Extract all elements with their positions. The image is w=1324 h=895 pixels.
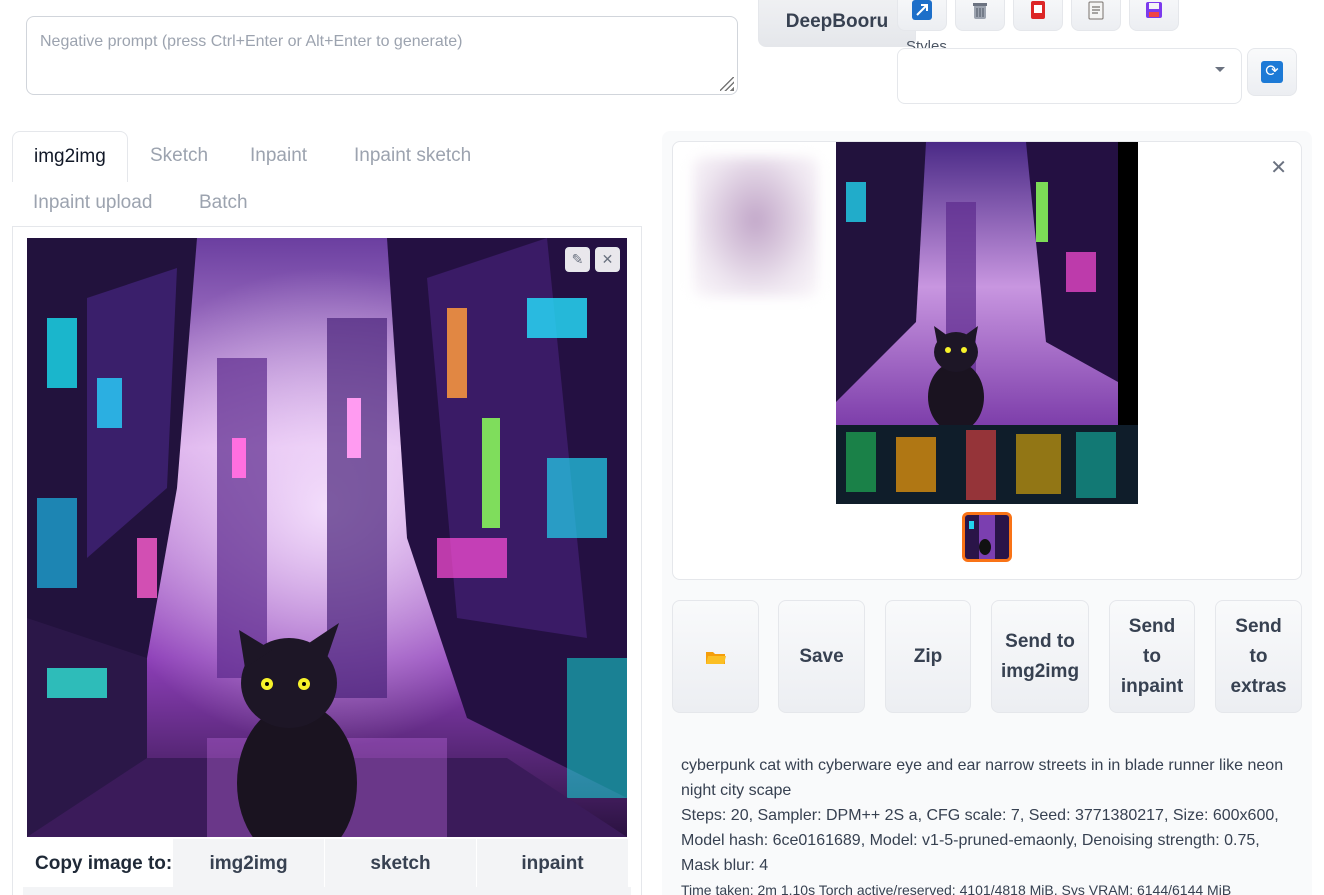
generation-info: cyberpunk cat with cyberware eye and ear… — [681, 753, 1291, 895]
refresh-styles-button[interactable]: ⟳ — [1247, 48, 1297, 96]
gallery-thumbnail[interactable] — [962, 512, 1012, 562]
output-cat-image — [836, 142, 1138, 504]
folder-icon — [705, 651, 726, 664]
send-to-inpaint-button[interactable]: Send to inpaint — [1109, 600, 1195, 713]
chevron-down-icon — [1215, 67, 1225, 72]
card-icon — [1031, 1, 1045, 19]
output-image[interactable] — [836, 142, 1138, 504]
save-style-button[interactable] — [1129, 0, 1179, 31]
input-image[interactable]: ✎ ✕ — [27, 238, 627, 837]
cyberpunk-cat-image — [27, 238, 627, 837]
tab-inpaint-sketch[interactable]: Inpaint sketch — [333, 131, 492, 181]
apply-style-button[interactable] — [1071, 0, 1121, 31]
tab-img2img[interactable]: img2img — [12, 131, 128, 182]
arrow-icon — [912, 0, 932, 20]
send-to-img2img-button[interactable]: Send to img2img — [991, 600, 1089, 713]
floppy-disk-icon — [1146, 2, 1162, 18]
tab-batch[interactable]: Batch — [178, 178, 269, 228]
output-panel: ✕ Save Zip Send to img2img Send to inpai… — [662, 131, 1312, 895]
zip-button[interactable]: Zip — [885, 600, 971, 713]
copy-image-label: Copy image to: — [35, 853, 173, 874]
img2img-input-panel: ✎ ✕ Copy image to: img2img sketch inpain… — [12, 226, 642, 895]
open-folder-button[interactable] — [672, 600, 759, 713]
thumbnail-image — [965, 515, 1009, 559]
blurred-preview — [693, 157, 818, 297]
tab-inpaint-upload[interactable]: Inpaint upload — [12, 178, 173, 228]
deepbooru-label: DeepBooru — [785, 11, 889, 32]
copy-to-inpaint-button[interactable]: inpaint — [477, 839, 629, 889]
resize-handle-icon[interactable] — [720, 77, 734, 91]
save-button[interactable]: Save — [778, 600, 865, 713]
generation-time: Time taken: 2m 1.10s Torch active/reserv… — [681, 882, 1232, 895]
tab-inpaint[interactable]: Inpaint — [229, 131, 328, 181]
styles-dropdown[interactable] — [897, 48, 1242, 104]
trash-icon — [973, 3, 987, 19]
generation-prompt: cyberpunk cat with cyberware eye and ear… — [681, 757, 1284, 799]
divider — [23, 887, 631, 895]
negative-prompt-placeholder: Negative prompt (press Ctrl+Enter or Alt… — [40, 33, 463, 50]
paste-params-button[interactable] — [897, 0, 947, 31]
copy-to-img2img-button[interactable]: img2img — [173, 839, 325, 889]
close-icon[interactable]: ✕ — [1270, 155, 1287, 180]
tab-sketch[interactable]: Sketch — [129, 131, 229, 181]
clear-prompt-button[interactable] — [955, 0, 1005, 31]
clipboard-icon — [1088, 1, 1104, 20]
copy-to-sketch-button[interactable]: sketch — [325, 839, 477, 889]
interrogate-deepbooru-button[interactable]: DeepBooru — [758, 0, 916, 47]
send-to-extras-button[interactable]: Send to extras — [1215, 600, 1302, 713]
negative-prompt-input[interactable]: Negative prompt (press Ctrl+Enter or Alt… — [26, 16, 738, 95]
edit-icon[interactable]: ✎ — [565, 247, 590, 272]
refresh-icon: ⟳ — [1261, 61, 1283, 83]
copy-image-row: Copy image to: img2img sketch inpaint — [27, 839, 631, 889]
extra-networks-button[interactable] — [1013, 0, 1063, 31]
generation-params: Steps: 20, Sampler: DPM++ 2S a, CFG scal… — [681, 807, 1279, 874]
close-icon[interactable]: ✕ — [595, 247, 620, 272]
output-gallery: ✕ — [672, 141, 1302, 580]
